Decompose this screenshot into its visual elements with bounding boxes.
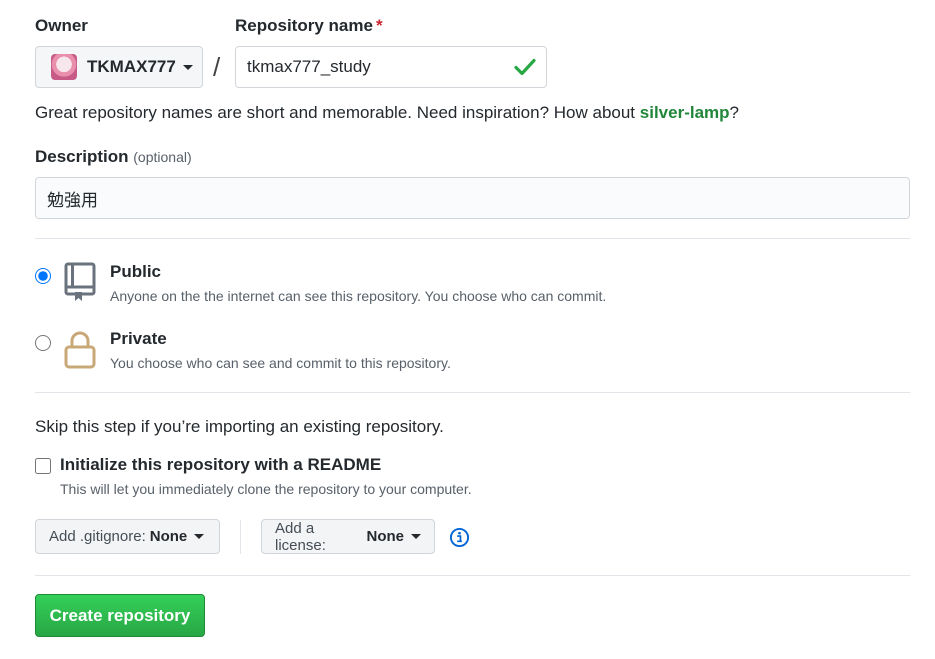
- repo-name-hint: Great repository names are short and mem…: [35, 103, 739, 123]
- owner-label: Owner: [35, 16, 88, 35]
- chevron-down-icon: [182, 64, 193, 70]
- owner-value: TKMAX777: [87, 57, 176, 76]
- hint-suffix: ?: [729, 103, 739, 122]
- license-value: None: [366, 528, 405, 545]
- repo-name-label: Repository name *: [235, 16, 383, 36]
- repo-icon: [64, 262, 96, 301]
- readme-label[interactable]: Initialize this repository with a README: [60, 455, 381, 475]
- public-title: Public: [110, 262, 162, 281]
- divider: [35, 238, 910, 239]
- gitignore-select[interactable]: Add .gitignore: None: [35, 519, 220, 554]
- vertical-divider: [240, 520, 241, 554]
- divider: [35, 392, 910, 393]
- repo-name-label-text: Repository name: [235, 16, 373, 35]
- public-radio[interactable]: [35, 268, 51, 284]
- check-icon: [514, 58, 536, 76]
- public-description: Anyone on the the internet can see this …: [110, 288, 607, 304]
- private-radio[interactable]: [35, 335, 51, 351]
- readme-description: This will let you immediately clone the …: [60, 481, 472, 497]
- required-mark: *: [375, 16, 383, 35]
- lock-icon: [64, 331, 96, 369]
- private-title: Private: [110, 329, 167, 348]
- skip-note: Skip this step if you’re importing an ex…: [35, 417, 444, 436]
- info-icon[interactable]: [449, 527, 470, 548]
- avatar: [51, 54, 77, 80]
- license-prefix: Add a license:: [275, 519, 326, 554]
- gitignore-value: None: [149, 528, 188, 545]
- create-repository-button[interactable]: Create repository: [35, 594, 205, 637]
- owner-select[interactable]: TKMAX777: [35, 46, 203, 88]
- owner-repo-separator: /: [213, 52, 221, 82]
- repo-name-input[interactable]: [235, 46, 547, 88]
- chevron-down-icon: [411, 534, 421, 539]
- readme-checkbox[interactable]: [35, 458, 51, 474]
- description-label-text: Description: [35, 147, 129, 166]
- name-suggestion-link[interactable]: silver-lamp: [640, 103, 730, 122]
- license-select[interactable]: Add a license: None: [261, 519, 435, 554]
- gitignore-prefix: Add .gitignore:: [49, 528, 146, 545]
- optional-note: (optional): [133, 149, 192, 165]
- description-input[interactable]: [35, 177, 910, 219]
- private-description: You choose who can see and commit to thi…: [110, 355, 451, 371]
- chevron-down-icon: [194, 534, 205, 539]
- divider: [35, 575, 910, 576]
- description-label: Description (optional): [35, 147, 192, 167]
- hint-text: Great repository names are short and mem…: [35, 103, 640, 122]
